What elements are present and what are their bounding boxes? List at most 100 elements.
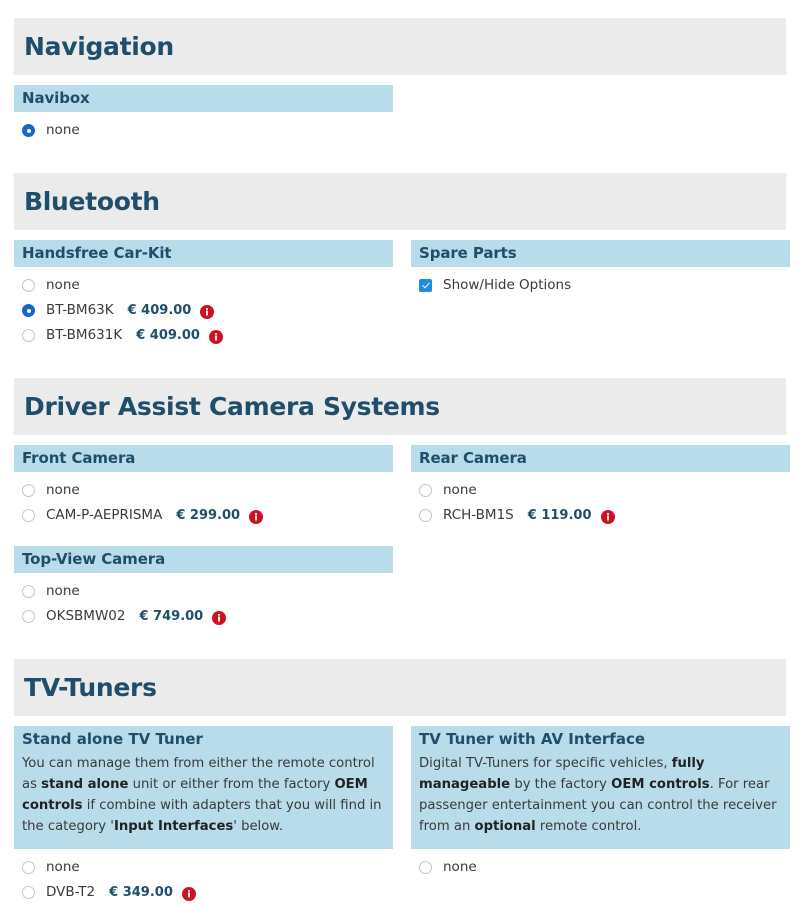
info-icon[interactable] <box>181 886 196 901</box>
radio-button[interactable] <box>419 509 432 522</box>
panel-stand-alone-tv-tuner: Stand alone TV Tuner You can manage them… <box>14 726 393 905</box>
panel-description-block: TV Tuner with AV Interface Digital TV-Tu… <box>411 726 790 849</box>
option-price: € 119.00 <box>527 508 592 523</box>
panel-title: TV Tuner with AV Interface <box>419 730 646 748</box>
section-header-tv-tuners: TV-Tuners <box>14 659 786 716</box>
section-header-driver-assist-camera-systems: Driver Assist Camera Systems <box>14 378 786 435</box>
panel-header: Top-View Camera <box>14 546 393 573</box>
option-row[interactable]: BT-BM63K € 409.00 <box>14 298 393 323</box>
panel-title: Front Camera <box>22 449 136 467</box>
panel-description-block: Stand alone TV Tuner You can manage them… <box>14 726 393 849</box>
checkbox-label: Show/Hide Options <box>443 276 572 293</box>
top-spacer <box>0 0 800 18</box>
checkbox-row[interactable]: Show/Hide Options <box>411 273 790 298</box>
panel-title: Spare Parts <box>419 244 517 262</box>
panel-rear-camera: Rear Camera none RCH-BM1S € 119.00 <box>411 445 790 528</box>
radio-button[interactable] <box>22 329 35 342</box>
option-list: Show/Hide Options <box>411 267 790 298</box>
option-label: none <box>443 858 477 875</box>
option-row[interactable]: none <box>14 855 393 880</box>
section-body-navigation: Navibox none <box>14 85 786 143</box>
radio-button[interactable] <box>22 509 35 522</box>
option-label: RCH-BM1S <box>443 506 514 523</box>
panel-title: Handsfree Car-Kit <box>22 244 172 262</box>
panel-description: You can manage them from either the remo… <box>22 756 382 834</box>
radio-button[interactable] <box>22 304 35 317</box>
panel-header: Front Camera <box>14 445 393 472</box>
option-row[interactable]: none <box>14 579 393 604</box>
option-label: none <box>46 858 80 875</box>
radio-button[interactable] <box>22 279 35 292</box>
info-icon[interactable] <box>200 304 215 319</box>
info-icon[interactable] <box>208 329 223 344</box>
option-row[interactable]: CAM-P-AEPRISMA € 299.00 <box>14 503 393 528</box>
panel-handsfree-car-kit: Handsfree Car-Kit none BT-BM63K € 409.00 <box>14 240 393 348</box>
option-list: none <box>411 849 790 880</box>
option-list: none RCH-BM1S € 119.00 <box>411 472 790 528</box>
radio-button[interactable] <box>22 861 35 874</box>
option-price: € 409.00 <box>127 303 192 318</box>
option-label: BT-BM63K <box>46 301 114 318</box>
info-icon[interactable] <box>600 509 615 524</box>
section-body-cameras-row2: Top-View Camera none OKSBMW02 € 749.00 <box>14 546 786 629</box>
section-header-navigation: Navigation <box>14 18 786 75</box>
panel-title: Top-View Camera <box>22 550 166 568</box>
option-label: BT-BM631K <box>46 326 123 343</box>
panel-title: Rear Camera <box>419 449 527 467</box>
panel-header: Handsfree Car-Kit <box>14 240 393 267</box>
section-header-bluetooth: Bluetooth <box>14 173 786 230</box>
info-icon[interactable] <box>249 509 264 524</box>
radio-button[interactable] <box>22 585 35 598</box>
section-title: TV-Tuners <box>24 673 157 702</box>
radio-button[interactable] <box>22 886 35 899</box>
option-row[interactable]: BT-BM631K € 409.00 <box>14 323 393 348</box>
panel-description: Digital TV-Tuners for specific vehicles,… <box>419 756 777 834</box>
option-label: none <box>46 276 80 293</box>
option-price: € 409.00 <box>136 328 200 343</box>
section-body-cameras-row1: Front Camera none CAM-P-AEPRISMA € 299.0… <box>14 445 790 528</box>
panel-title: Navibox <box>22 89 90 107</box>
option-label: none <box>443 481 477 498</box>
option-label: DVB-T2 <box>46 883 96 900</box>
option-label: OKSBMW02 <box>46 607 126 624</box>
panel-tv-tuner-with-av-interface: TV Tuner with AV Interface Digital TV-Tu… <box>411 726 790 905</box>
panel-top-view-camera: Top-View Camera none OKSBMW02 € 749.00 <box>14 546 393 629</box>
section-body-bluetooth: Handsfree Car-Kit none BT-BM63K € 409.00 <box>14 240 790 348</box>
panel-spare-parts: Spare Parts Show/Hide Options <box>411 240 790 348</box>
radio-button[interactable] <box>419 861 432 874</box>
option-label: CAM-P-AEPRISMA <box>46 506 163 523</box>
radio-button[interactable] <box>419 484 432 497</box>
option-row[interactable]: RCH-BM1S € 119.00 <box>411 503 790 528</box>
option-label: none <box>46 582 80 599</box>
option-row[interactable]: OKSBMW02 € 749.00 <box>14 604 393 629</box>
panel-header: Rear Camera <box>411 445 790 472</box>
option-price: € 349.00 <box>109 885 173 900</box>
option-row[interactable]: none <box>411 855 790 880</box>
option-row[interactable]: none <box>14 118 393 143</box>
radio-button[interactable] <box>22 610 35 623</box>
section-body-tv-tuners: Stand alone TV Tuner You can manage them… <box>14 726 790 905</box>
option-list: none BT-BM63K € 409.00 BT-BM631K € 409.0… <box>14 267 393 348</box>
radio-button[interactable] <box>22 484 35 497</box>
panel-title: Stand alone TV Tuner <box>22 730 203 748</box>
option-row[interactable]: none <box>411 478 790 503</box>
option-price: € 749.00 <box>139 609 204 624</box>
option-list: none CAM-P-AEPRISMA € 299.00 <box>14 472 393 528</box>
option-row[interactable]: none <box>14 478 393 503</box>
section-title: Navigation <box>24 32 174 61</box>
option-row[interactable]: none <box>14 273 393 298</box>
show-hide-options-checkbox[interactable] <box>419 279 432 292</box>
option-row[interactable]: DVB-T2 € 349.00 <box>14 880 393 905</box>
panel-navibox: Navibox none <box>14 85 393 143</box>
panel-empty <box>411 546 790 629</box>
radio-button[interactable] <box>22 124 35 137</box>
option-list: none OKSBMW02 € 749.00 <box>14 573 393 629</box>
info-icon[interactable] <box>212 610 227 625</box>
